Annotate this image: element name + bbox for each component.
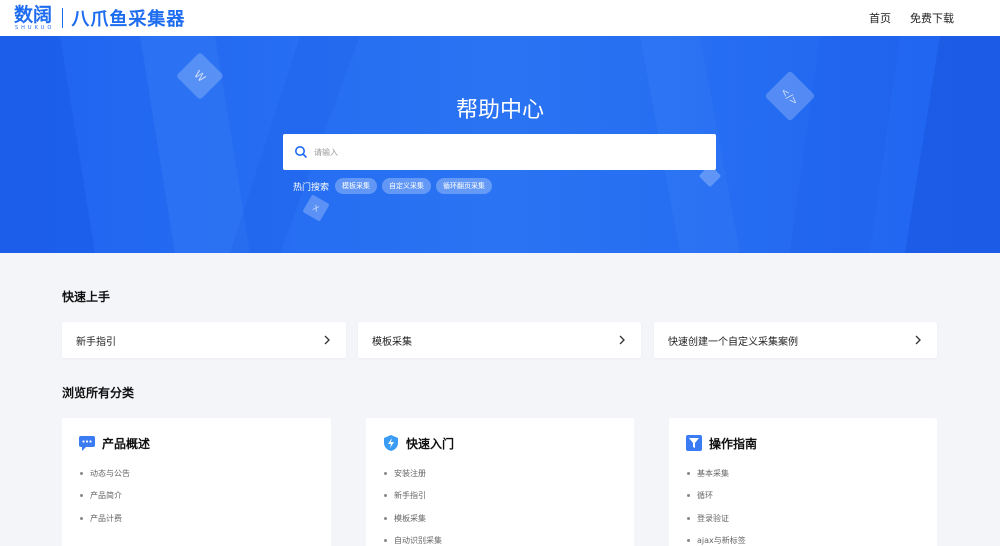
hero-banner: W </> X 帮助中心 热门搜索 模板采集 自定义采集 循环翻页采集	[0, 36, 1000, 253]
chevron-right-icon	[322, 335, 332, 345]
category-card-guide: 操作指南 基本采集 循环 登录验证 ajax与新标签	[669, 418, 937, 546]
category-link[interactable]: 基本采集	[687, 462, 746, 485]
quick-start-card[interactable]: 新手指引	[62, 322, 346, 358]
category-link-label: 产品计费	[90, 513, 122, 523]
category-link-label: 基本采集	[697, 468, 729, 478]
category-link[interactable]: 模板采集	[384, 507, 442, 530]
category-link-label: 登录验证	[697, 513, 729, 523]
category-card-quickstart: 快速入门 安装注册 新手指引 模板采集 自动识别采集	[366, 418, 634, 546]
top-header: 数阔 SHUKUO 八爪鱼采集器 首页 免费下载	[0, 0, 1000, 36]
bullet-dot	[384, 539, 387, 543]
logo-divider	[62, 8, 64, 28]
quick-start-label: 快速创建一个自定义采集案例	[668, 336, 798, 348]
hot-search-row: 热门搜索 模板采集 自定义采集 循环翻页采集	[293, 178, 497, 194]
category-title: 产品概述	[102, 436, 151, 451]
search-box[interactable]	[283, 134, 716, 170]
bullet-dot	[687, 539, 690, 543]
hot-search-label: 热门搜索	[293, 182, 330, 193]
category-link-label: 动态与公告	[90, 468, 130, 478]
category-link[interactable]: 新手指引	[384, 485, 442, 508]
chevron-right-icon	[913, 335, 923, 345]
top-nav: 首页 免费下载	[850, 0, 954, 36]
quick-start-card[interactable]: 模板采集	[358, 322, 641, 358]
bullet-dot	[687, 494, 690, 498]
category-link-label: ajax与新标签	[697, 536, 746, 546]
quick-start-label: 模板采集	[372, 336, 412, 348]
category-link[interactable]: ajax与新标签	[687, 530, 746, 546]
category-card-overview: 产品概述 动态与公告 产品简介 产品计费	[62, 418, 331, 546]
brand-logo-mark: 数阔 SHUKUO	[14, 3, 55, 31]
nav-home-link[interactable]: 首页	[869, 10, 891, 26]
bullet-dot	[384, 494, 387, 498]
category-link[interactable]: 产品计费	[80, 507, 130, 530]
logo[interactable]: 数阔 SHUKUO 八爪鱼采集器	[14, 5, 185, 31]
bullet-dot	[687, 516, 690, 520]
category-title: 操作指南	[709, 436, 758, 451]
search-icon	[294, 145, 308, 159]
category-header[interactable]: 操作指南	[685, 434, 757, 452]
chat-bubble-icon	[78, 434, 96, 452]
bullet-dot	[384, 471, 387, 475]
quick-start-label: 新手指引	[76, 336, 116, 348]
category-header[interactable]: 快速入门	[382, 434, 454, 452]
bullet-dot	[80, 471, 83, 475]
chevron-right-icon	[617, 335, 627, 345]
bullet-dot	[687, 471, 690, 475]
funnel-box-icon	[685, 434, 703, 452]
category-list: 安装注册 新手指引 模板采集 自动识别采集	[384, 462, 442, 546]
brand-name-en: SHUKUO	[15, 24, 55, 31]
bullet-dot	[80, 516, 83, 520]
category-link-label: 新手指引	[394, 491, 426, 501]
category-link-label: 产品简介	[90, 491, 122, 501]
bullet-dot	[384, 516, 387, 520]
quick-start-card[interactable]: 快速创建一个自定义采集案例	[654, 322, 937, 358]
hot-tag-template[interactable]: 模板采集	[335, 178, 378, 194]
page-title: 帮助中心	[455, 98, 544, 123]
category-link[interactable]: 动态与公告	[80, 462, 130, 485]
category-link-label: 安装注册	[394, 468, 426, 478]
category-list: 基本采集 循环 登录验证 ajax与新标签	[687, 462, 746, 546]
category-list: 动态与公告 产品简介 产品计费	[80, 462, 130, 530]
nav-download-link[interactable]: 免费下载	[910, 10, 954, 26]
category-link-label: 模板采集	[394, 513, 426, 523]
category-link[interactable]: 循环	[687, 485, 746, 508]
hot-tag-custom[interactable]: 自定义采集	[382, 178, 432, 194]
category-title: 快速入门	[406, 436, 455, 451]
hot-tag-pagination[interactable]: 循环翻页采集	[436, 178, 493, 194]
category-link-label: 自动识别采集	[394, 536, 442, 546]
category-link[interactable]: 自动识别采集	[384, 530, 442, 546]
search-input[interactable]	[314, 147, 694, 157]
product-name: 八爪鱼采集器	[71, 9, 186, 30]
category-header[interactable]: 产品概述	[78, 434, 150, 452]
quick-start-title: 快速上手	[62, 290, 111, 304]
bullet-dot	[80, 494, 83, 498]
category-link[interactable]: 产品简介	[80, 485, 130, 508]
brand-name: 数阔	[14, 3, 53, 26]
shield-bolt-icon	[382, 434, 400, 452]
category-link-label: 循环	[697, 491, 713, 501]
browse-title: 浏览所有分类	[62, 386, 135, 400]
category-link[interactable]: 登录验证	[687, 507, 746, 530]
category-link[interactable]: 安装注册	[384, 462, 442, 485]
